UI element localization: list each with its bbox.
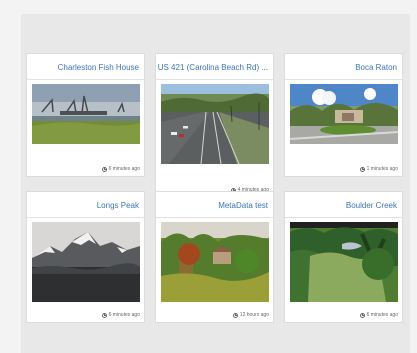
timestamp: 12 hours ago	[232, 312, 269, 318]
timestamp: 6 minutes ago	[101, 166, 140, 172]
clock-icon	[359, 166, 365, 172]
card-divider	[156, 79, 273, 80]
camera-card-charleston-fish-house[interactable]: Charleston Fish House 6 minutes ago	[26, 53, 145, 177]
timestamp: 1 minutes ago	[359, 166, 398, 172]
card-divider	[285, 79, 402, 80]
card-divider	[27, 79, 144, 80]
camera-grid-panel: Charleston Fish House 6 minutes ago US 4…	[21, 14, 410, 353]
timestamp: 6 minutes ago	[101, 312, 140, 318]
page: Charleston Fish House 6 minutes ago US 4…	[0, 0, 417, 353]
camera-thumbnail[interactable]	[32, 222, 140, 302]
timestamp-text: 12 hours ago	[239, 312, 269, 318]
camera-card-title[interactable]: MetaData test	[218, 201, 268, 210]
camera-thumbnail[interactable]	[290, 222, 398, 302]
camera-thumbnail[interactable]	[290, 84, 398, 144]
camera-card-title[interactable]: Longs Peak	[97, 201, 139, 210]
timestamp-text: 6 minutes ago	[108, 166, 140, 172]
camera-card-us-421-carolina-beach-rd[interactable]: US 421 (Carolina Beach Rd) ... 4 minutes…	[155, 53, 274, 198]
timestamp-text: 6 minutes ago	[108, 312, 140, 318]
camera-card-boca-raton[interactable]: Boca Raton 1 minutes ago	[284, 53, 403, 177]
clock-icon	[232, 312, 238, 318]
timestamp-text: 6 minutes ago	[366, 312, 398, 318]
card-divider	[285, 217, 402, 218]
camera-card-metadata-test[interactable]: MetaData test 12 hours ago	[155, 191, 274, 323]
card-divider	[156, 217, 273, 218]
camera-thumbnail[interactable]	[161, 222, 269, 302]
camera-thumbnail[interactable]	[32, 84, 140, 144]
camera-card-title[interactable]: Boca Raton	[355, 63, 397, 72]
clock-icon	[101, 166, 107, 172]
camera-card-longs-peak[interactable]: Longs Peak 6 minutes ago	[26, 191, 145, 323]
camera-card-title[interactable]: Charleston Fish House	[58, 63, 139, 72]
timestamp-text: 1 minutes ago	[366, 166, 398, 172]
camera-card-title[interactable]: Boulder Creek	[346, 201, 397, 210]
camera-card-title[interactable]: US 421 (Carolina Beach Rd) ...	[158, 63, 268, 72]
camera-thumbnail[interactable]	[161, 84, 269, 164]
timestamp: 6 minutes ago	[359, 312, 398, 318]
card-divider	[27, 217, 144, 218]
camera-card-boulder-creek[interactable]: Boulder Creek 6 minutes ago	[284, 191, 403, 323]
clock-icon	[359, 312, 365, 318]
clock-icon	[101, 312, 107, 318]
